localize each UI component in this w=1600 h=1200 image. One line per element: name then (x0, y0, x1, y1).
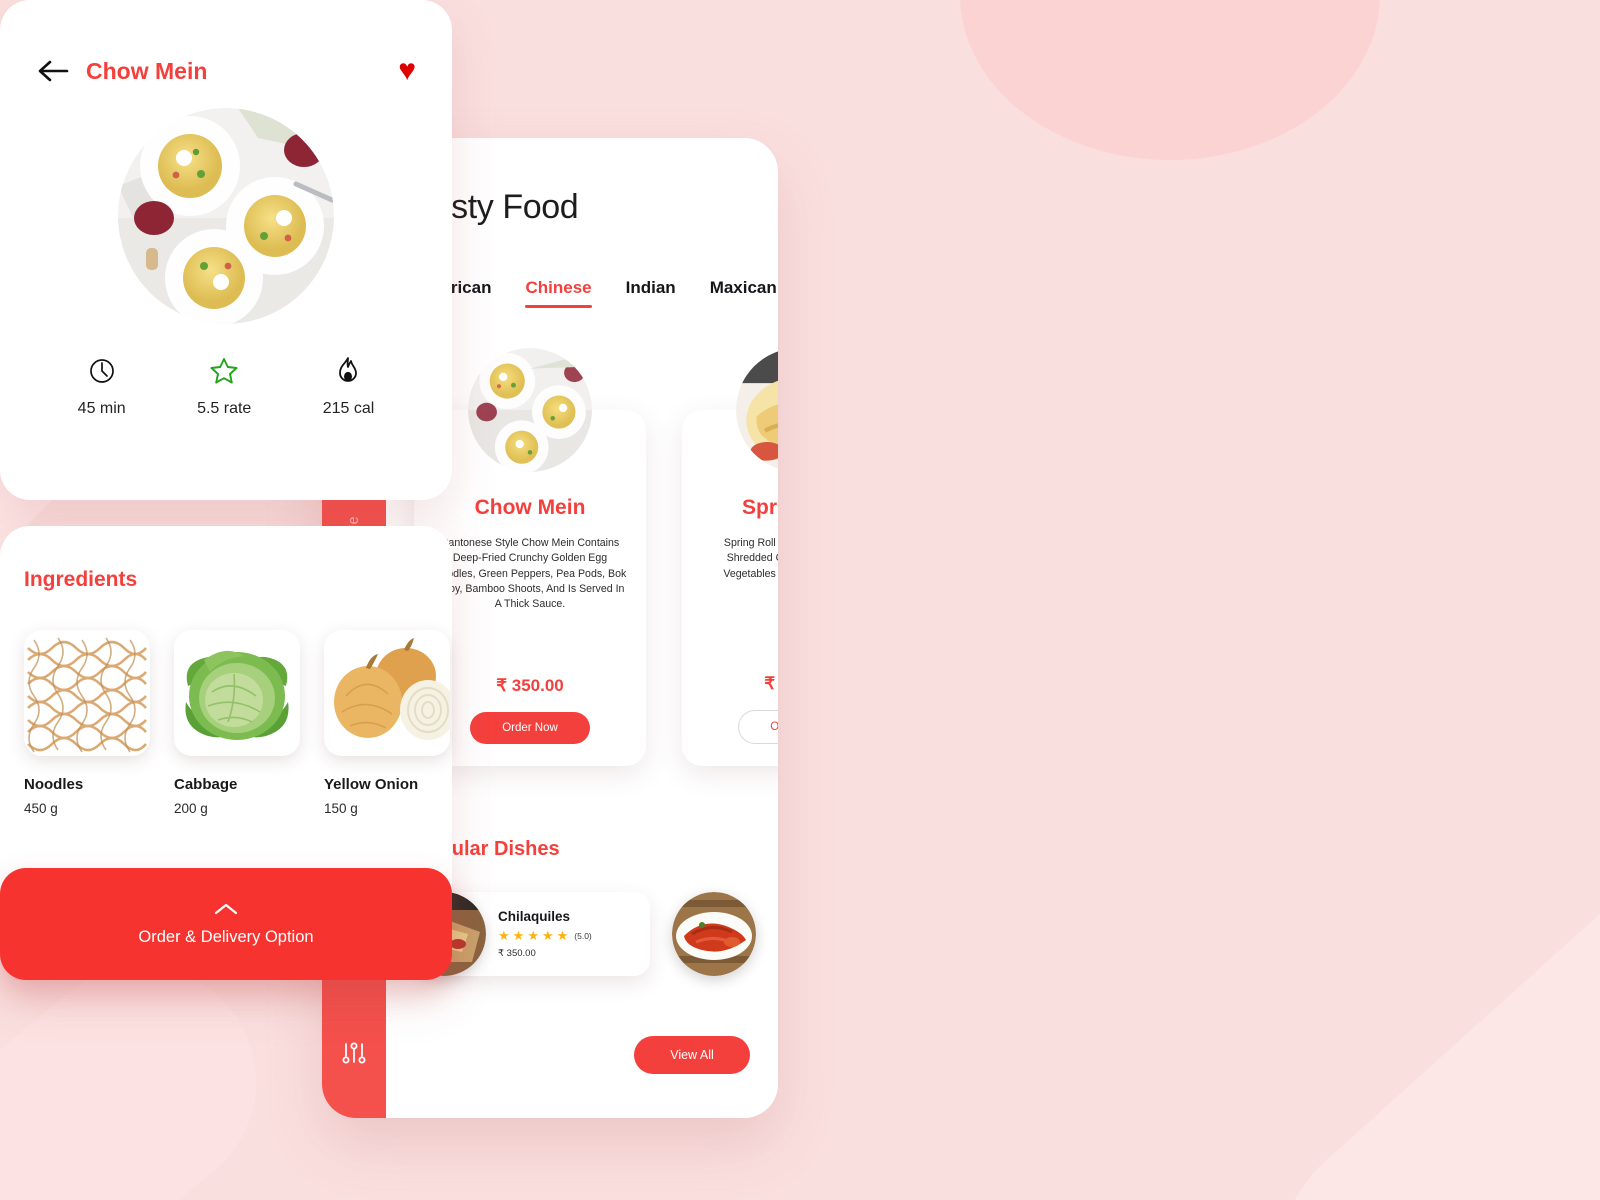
stat-rating: 5.5 rate (197, 356, 251, 418)
order-now-button[interactable]: Order Now (470, 712, 590, 744)
heart-icon[interactable]: ♥ (398, 56, 416, 86)
star-icon: ★ (512, 928, 525, 943)
stat-value: 215 cal (322, 400, 375, 417)
ingredients-list[interactable]: Noodles 450 g Cabbage 200 g Yellow Onion… (0, 592, 452, 816)
tab-chinese[interactable]: Chinese (525, 278, 592, 308)
view-all-button[interactable]: View All (634, 1036, 750, 1074)
ingredient-qty: 450 g (24, 801, 58, 816)
order-delivery-option-button[interactable]: Order & Delivery Option (0, 868, 452, 980)
star-icon: ★ (527, 928, 539, 943)
ingredient-item-yellow-onion[interactable]: Yellow Onion 150 g (324, 630, 450, 816)
dish-card-spring-roll[interactable]: Spring Roll Spring Roll That Contains Po… (682, 348, 778, 766)
popular-dish-info: Chilaquiles ★ ★ ★ ★ ★ (5.0) ₹ 350.00 (498, 909, 592, 959)
dish-price: ₹ 250.00 (764, 674, 778, 693)
dish-detail-card: Chow Mein ♥ 45 min 5.5 rate 215 cal (0, 0, 452, 500)
order-bar-label: Order & Delivery Option (138, 927, 314, 946)
ingredient-qty: 200 g (174, 801, 208, 816)
sliders-icon[interactable] (337, 1036, 371, 1070)
back-arrow-icon[interactable] (36, 58, 70, 84)
clock-icon (89, 359, 114, 383)
stat-calories: 215 cal (322, 356, 375, 418)
view-all-container: View All (634, 1036, 750, 1074)
ingredient-item-noodles[interactable]: Noodles 450 g (24, 630, 150, 816)
dish-carousel[interactable]: Chow Mein Cantonese Style Chow Mein Cont… (414, 348, 778, 766)
background-circle-top-right (960, 0, 1380, 160)
ingredient-name: Cabbage (174, 776, 238, 793)
dish-name: Chow Mein (474, 496, 586, 519)
dish-hero-image (118, 108, 334, 324)
dish-description: Spring Roll That Contains Pork, Shredded… (723, 537, 778, 580)
stat-value: 5.5 rate (197, 400, 252, 417)
ingredient-name: Yellow Onion (324, 776, 419, 793)
dish-price: ₹ 350.00 (496, 676, 564, 695)
ingredient-qty: 150 g (324, 801, 358, 816)
dish-stats: 45 min 5.5 rate 215 cal (0, 324, 452, 418)
cuisine-tab-bar: American Chinese Indian Maxican (414, 278, 777, 308)
ingredient-image-cabbage (174, 630, 300, 756)
star-icon: ★ (541, 928, 554, 943)
rating-value: (5.0) (574, 930, 592, 941)
star-icon: ★ (556, 928, 569, 943)
ingredient-image-onion (324, 630, 450, 756)
popular-dish-image-kimchi[interactable] (672, 892, 756, 976)
popular-dish-name: Chilaquiles (498, 909, 571, 924)
order-now-button[interactable]: Order Now (738, 710, 778, 744)
flame-icon (339, 357, 358, 382)
star-icon: ★ (498, 928, 510, 943)
ingredient-image-noodles (24, 630, 150, 756)
ingredients-title: Ingredients (24, 568, 138, 591)
tab-indian[interactable]: Indian (626, 278, 676, 308)
chevron-up-icon (214, 903, 238, 914)
app-canvas: My Profile Notification Home Testy Food … (0, 0, 1600, 1200)
ingredient-name: Noodles (24, 776, 84, 793)
detail-title: Chow Mein (86, 57, 208, 84)
background-capsule-bottom-right (1217, 816, 1600, 1200)
tab-maxican[interactable]: Maxican (710, 278, 777, 308)
dish-image-spring-roll (736, 348, 778, 472)
stat-value: 45 min (77, 400, 126, 417)
popular-dishes-list[interactable]: Chilaquiles ★ ★ ★ ★ ★ (5.0) ₹ 350.00 (402, 892, 756, 976)
stat-time: 45 min (78, 356, 126, 418)
ingredient-item-cabbage[interactable]: Cabbage 200 g (174, 630, 300, 816)
rating-stars: ★ ★ ★ ★ ★ (5.0) (498, 929, 592, 942)
phone-detail-screen: Chow Mein ♥ 45 min 5.5 rate 215 cal Ingr… (0, 0, 452, 980)
detail-header: Chow Mein ♥ (0, 0, 452, 86)
dish-image-chow-mein (468, 348, 592, 472)
dish-name: Spring Roll (742, 496, 778, 519)
dish-description: Cantonese Style Chow Mein Contains Deep-… (433, 537, 627, 611)
star-outline-icon (210, 358, 238, 384)
popular-dish-price: ₹ 350.00 (498, 948, 536, 959)
